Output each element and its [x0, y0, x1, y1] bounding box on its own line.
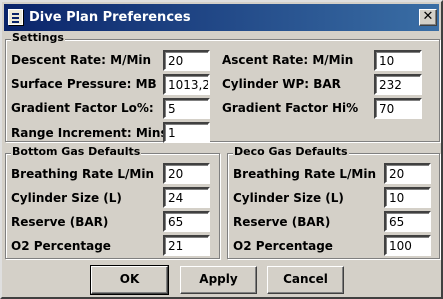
range-increment-input[interactable]: 1 — [163, 122, 210, 143]
bottom-breathing-rate-input[interactable]: 20 — [163, 163, 210, 184]
close-icon[interactable]: ✕ — [419, 9, 437, 26]
bottom-reserve-label: Reserve (BAR) — [11, 215, 109, 229]
gradient-factor-lo-input[interactable]: 5 — [163, 98, 210, 119]
dialog-window: Dive Plan Preferences ✕ Settings Descent… — [0, 0, 443, 299]
cancel-button[interactable]: Cancel — [267, 266, 344, 294]
bottom-o2-percentage-label: O2 Percentage — [11, 239, 111, 253]
gradient-factor-hi-input[interactable]: 70 — [374, 98, 422, 119]
surface-pressure-label: Surface Pressure: MB — [11, 77, 157, 91]
ascent-rate-input[interactable]: 10 — [374, 50, 422, 71]
ok-button[interactable]: OK — [90, 265, 169, 295]
descent-rate-label: Descent Rate: M/Min — [11, 53, 152, 67]
bottom-cylinder-size-input[interactable]: 24 — [163, 187, 210, 208]
deco-reserve-label: Reserve (BAR) — [233, 215, 331, 229]
ascent-rate-label: Ascent Rate: M/Min — [222, 53, 354, 67]
deco-breathing-rate-label: Breathing Rate L/Min — [233, 167, 377, 181]
surface-pressure-input[interactable]: 1013,25 — [163, 74, 210, 95]
descent-rate-input[interactable]: 20 — [163, 50, 210, 71]
deco-o2-percentage-label: O2 Percentage — [233, 239, 333, 253]
bottom-o2-percentage-input[interactable]: 21 — [163, 235, 210, 256]
deco-breathing-rate-input[interactable]: 20 — [384, 163, 431, 184]
range-increment-label: Range Increment: Mins — [11, 126, 168, 140]
bottom-gas-legend: Bottom Gas Defaults — [11, 145, 142, 158]
deco-cylinder-size-label: Cylinder Size (L) — [233, 191, 344, 205]
deco-o2-percentage-input[interactable]: 100 — [384, 235, 431, 256]
deco-gas-legend: Deco Gas Defaults — [233, 145, 349, 158]
title-bar[interactable]: Dive Plan Preferences ✕ — [4, 4, 439, 31]
apply-button[interactable]: Apply — [180, 266, 257, 294]
deco-cylinder-size-input[interactable]: 10 — [384, 187, 431, 208]
bottom-cylinder-size-label: Cylinder Size (L) — [11, 191, 122, 205]
cylinder-wp-label: Cylinder WP: BAR — [222, 77, 341, 91]
cylinder-wp-input[interactable]: 232 — [374, 74, 422, 95]
deco-reserve-input[interactable]: 65 — [384, 211, 431, 232]
gradient-factor-hi-label: Gradient Factor Hi% — [222, 101, 359, 115]
gradient-factor-lo-label: Gradient Factor Lo%: — [11, 101, 154, 115]
bottom-reserve-input[interactable]: 65 — [163, 211, 210, 232]
bottom-breathing-rate-label: Breathing Rate L/Min — [11, 167, 155, 181]
system-menu-icon[interactable] — [8, 9, 23, 25]
window-title: Dive Plan Preferences — [29, 10, 191, 25]
settings-legend: Settings — [11, 31, 65, 44]
